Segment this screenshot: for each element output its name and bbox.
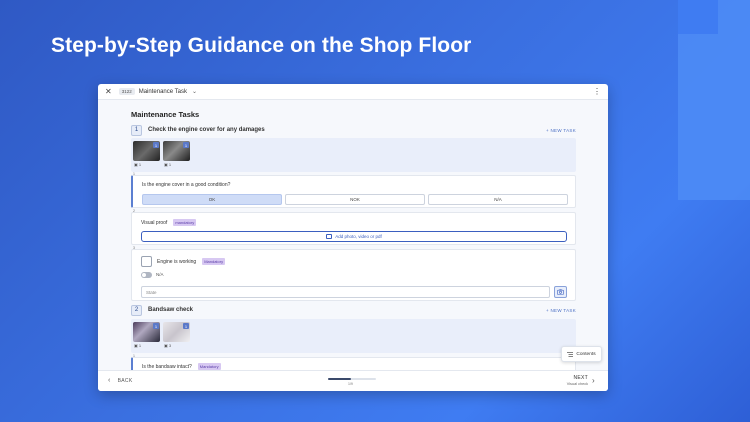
engine-working-checkbox[interactable] [141,256,152,267]
image-strip: 1 ▣ 1 1 ▣ 3 [131,319,576,353]
progress-text: 1/9 [348,382,353,386]
task-number: 2 [131,304,142,316]
na-toggle[interactable] [141,272,152,278]
mandatory-tag: Mandatory [202,258,226,265]
section-title: Maintenance Tasks [131,110,200,119]
close-icon[interactable]: ✕ [105,87,112,96]
app-window: ✕ 3122 Maintenance Task ⌄ ⋮ Maintenance … [98,84,608,391]
headline: Step-by-Step Guidance on the Shop Floor [51,34,472,57]
na-label: N/A [156,272,164,277]
progress-bar [328,378,376,380]
task-title: Check the engine cover for any damages [148,127,265,133]
main-content: Maintenance Tasks 1 Check the engine cov… [98,100,608,370]
window-title: Maintenance Task [138,88,187,95]
visual-proof-label: Visual proof mandatory [141,219,197,226]
image-strip: 1 ▣ 1 1 ▣ 1 [131,138,576,172]
thumb-count: ▣ 1 [134,162,142,167]
engine-check-card: Engine is working Mandatory N/A State [131,249,576,301]
new-task-button[interactable]: + NEW TASK [546,308,576,313]
task-code-badge: 3122 [118,88,135,95]
chevron-right-icon[interactable]: › [592,376,595,385]
new-task-button[interactable]: + NEW TASK [546,128,576,133]
question-text: Is the engine cover in a good condition? [142,182,231,188]
window-topbar: ✕ 3122 Maintenance Task ⌄ ⋮ [98,84,608,100]
decorative-shape-notch [678,0,718,34]
contents-button[interactable]: Contents [561,346,602,362]
task-number: 1 [131,124,142,136]
task-title: Bandsaw check [148,307,194,313]
camera-icon [557,289,564,295]
option-nok[interactable]: NOK [285,194,425,205]
chevron-left-icon: ‹ [108,377,111,384]
contents-label: Contents [576,351,596,357]
option-na[interactable]: N/A [428,194,568,205]
thumb-badge: 1 [153,142,159,148]
add-media-label: Add photo, video or pdf [335,234,382,239]
task-header[interactable]: 2 Bandsaw check + NEW TASK [131,304,576,316]
option-ok[interactable]: OK [142,194,282,205]
mandatory-tag: mandatory [173,219,197,226]
question-text: Is the bandsaw intact? Mandatory [142,363,221,370]
mandatory-tag: Mandatory [197,363,221,370]
add-media-button[interactable]: Add photo, video or pdf [141,231,567,242]
engine-check-label: Engine is working Mandatory [157,258,226,265]
chevron-down-icon[interactable]: ⌄ [192,88,197,95]
thumb-count: ▣ 3 [164,343,172,348]
image-icon [326,234,333,239]
camera-button[interactable] [554,286,567,298]
state-input[interactable]: State [141,286,550,298]
thumb-badge: 1 [183,142,189,148]
task-header[interactable]: 1 Check the engine cover for any damages… [131,124,576,136]
progress-fill [328,378,352,380]
back-button[interactable]: ‹ BACK [108,377,132,384]
thumb-count: ▣ 1 [134,343,142,348]
footer-nav: ‹ BACK 1/9 NEXT Visual check › [98,370,608,391]
thumb-badge: 1 [183,323,189,329]
thumb-count: ▣ 1 [164,162,172,167]
next-button[interactable]: NEXT [565,375,588,381]
next-step-label: Visual check [566,382,588,386]
question-card: Is the bandsaw intact? Mandatory [131,357,576,370]
visual-proof-card: Visual proof mandatory Add photo, video o… [131,212,576,245]
thumb-badge: 1 [153,323,159,329]
list-icon [567,351,574,357]
more-options-icon[interactable]: ⋮ [593,87,601,96]
question-card: Is the engine cover in a good condition?… [131,175,576,208]
